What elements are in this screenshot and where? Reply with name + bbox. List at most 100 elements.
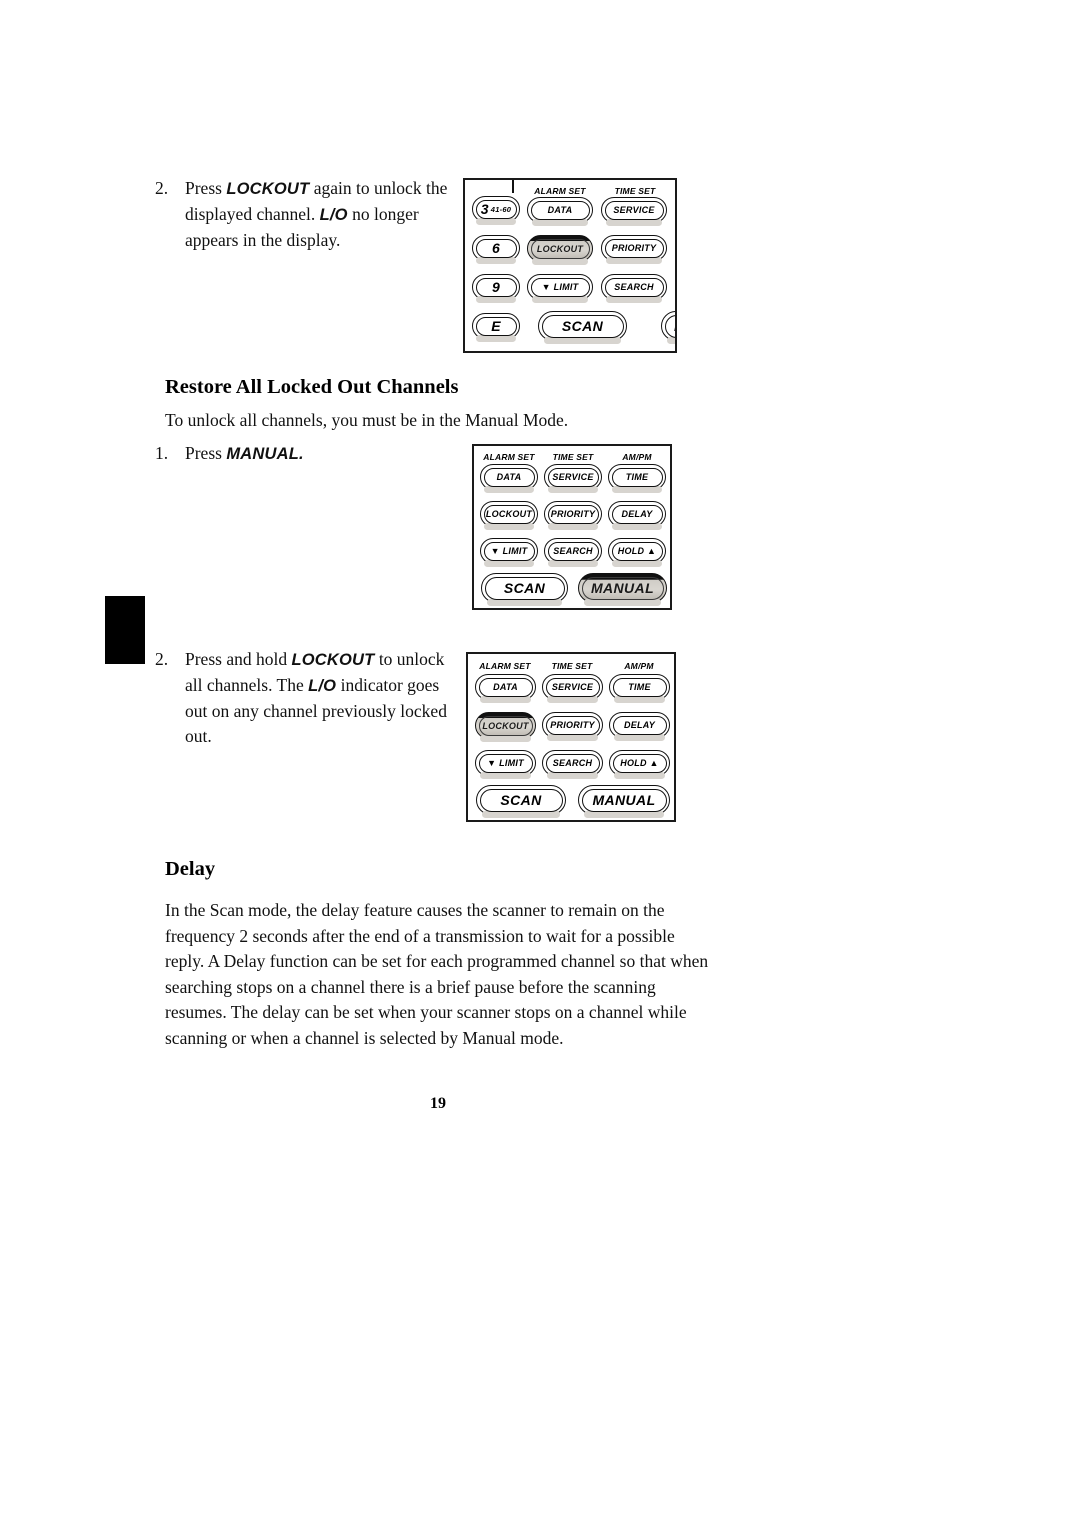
key-manual[interactable]: MANUAL bbox=[578, 785, 670, 818]
key-label: TIME bbox=[628, 682, 651, 692]
key-data[interactable]: DATA bbox=[480, 464, 538, 493]
key-label: ▼ LIMIT bbox=[487, 758, 524, 768]
step-text: Press MANUAL. bbox=[185, 441, 455, 467]
step-lockout-again: 2. Press LOCKOUT again to unlock the dis… bbox=[155, 176, 465, 253]
key-search[interactable]: SEARCH bbox=[544, 538, 602, 567]
key-limit-down[interactable]: ▼ LIMIT bbox=[527, 274, 593, 303]
column-label-alarm-set: ALARM SET bbox=[479, 661, 531, 671]
key-name-manual: MANUAL. bbox=[226, 445, 304, 463]
key-lockout[interactable]: LOCKOUT bbox=[480, 501, 538, 530]
key-label: SEARCH bbox=[614, 282, 654, 292]
key-priority[interactable]: PRIORITY bbox=[601, 235, 667, 264]
key-delay[interactable]: DELAY bbox=[609, 712, 670, 741]
key-hold-cropped[interactable]: HOLD bbox=[675, 274, 677, 300]
key-label: DELAY bbox=[621, 509, 653, 519]
key-label: LOCKOUT bbox=[536, 243, 584, 254]
keypad-diagram-lockout-cropped: ALARM SET TIME SET 3 41-60 6 9 E DATA LO… bbox=[463, 178, 677, 353]
key-service[interactable]: SERVICE bbox=[542, 674, 603, 703]
key-label: SCAN bbox=[503, 580, 546, 596]
key-time[interactable]: TIME bbox=[608, 464, 666, 493]
step-text: Press LOCKOUT again to unlock the displa… bbox=[185, 176, 465, 253]
step-text: Press and hold LOCKOUT to unlock all cha… bbox=[185, 647, 455, 749]
key-hold-up[interactable]: HOLD ▲ bbox=[608, 538, 666, 567]
manual-page: 2. Press LOCKOUT again to unlock the dis… bbox=[0, 0, 1080, 1528]
column-label-am-pm: AM/PM bbox=[624, 661, 654, 671]
key-manual-highlighted[interactable]: MANUAL bbox=[578, 573, 667, 606]
key-label: E bbox=[491, 318, 501, 334]
key-label: DATA bbox=[496, 472, 522, 482]
step-number: 2. bbox=[155, 649, 169, 669]
key-scan[interactable]: SCAN bbox=[476, 785, 566, 818]
key-label: PRIORITY bbox=[550, 509, 596, 519]
key-search[interactable]: SEARCH bbox=[601, 274, 667, 303]
key-label: LOCKOUT bbox=[485, 509, 533, 519]
key-name-lockout: LOCKOUT bbox=[291, 651, 375, 669]
key-label: MANUAL bbox=[590, 580, 655, 596]
indicator-name-lo: L/O bbox=[319, 206, 348, 224]
key-hold-up[interactable]: HOLD ▲ bbox=[609, 750, 670, 779]
key-label: 9 bbox=[491, 279, 501, 295]
key-label: SEARCH bbox=[553, 546, 593, 556]
key-lockout-highlighted[interactable]: LOCKOUT bbox=[475, 712, 536, 742]
key-label: SERVICE bbox=[613, 205, 655, 215]
key-limit-down[interactable]: ▼ LIMIT bbox=[480, 538, 538, 567]
key-channel-6[interactable]: 6 bbox=[472, 235, 520, 264]
key-label: MANUAL bbox=[674, 318, 675, 334]
section-body-delay: In the Scan mode, the delay feature caus… bbox=[165, 900, 709, 1048]
column-label-am-pm: AM/PM bbox=[622, 452, 652, 462]
key-label: DATA bbox=[547, 205, 573, 215]
key-label: ▼ LIMIT bbox=[541, 282, 579, 292]
page-number: 19 bbox=[430, 1095, 446, 1112]
key-scan[interactable]: SCAN bbox=[481, 573, 568, 606]
section-intro-restore: To unlock all channels, you must be in t… bbox=[165, 410, 569, 430]
key-sublabel: 41-60 bbox=[490, 205, 512, 214]
key-manual-cropped[interactable]: MANUAL bbox=[661, 311, 675, 344]
column-label-time-set: TIME SET bbox=[614, 186, 656, 196]
key-priority[interactable]: PRIORITY bbox=[542, 712, 603, 741]
column-label-time-set: TIME SET bbox=[552, 452, 594, 462]
step-number: 1. bbox=[155, 443, 169, 463]
column-label-alarm-set: ALARM SET bbox=[534, 186, 586, 196]
step-hold-lockout: 2. Press and hold LOCKOUT to unlock all … bbox=[155, 647, 455, 749]
key-label: SCAN bbox=[561, 318, 604, 334]
key-label: DELAY bbox=[623, 720, 656, 730]
key-time[interactable]: TIME bbox=[609, 674, 670, 703]
key-limit-down[interactable]: ▼ LIMIT bbox=[475, 750, 536, 779]
key-priority[interactable]: PRIORITY bbox=[544, 501, 602, 530]
step-text-part: Press bbox=[185, 443, 227, 463]
key-scan[interactable]: SCAN bbox=[538, 311, 627, 344]
key-service[interactable]: SERVICE bbox=[544, 464, 602, 493]
key-delay-cropped[interactable]: DELAY bbox=[675, 235, 677, 261]
panel-divider-tick bbox=[512, 180, 514, 193]
key-data[interactable]: DATA bbox=[527, 197, 593, 226]
key-channel-e[interactable]: E bbox=[472, 313, 520, 342]
key-lockout-highlighted[interactable]: LOCKOUT bbox=[527, 235, 593, 265]
key-label: SERVICE bbox=[551, 682, 594, 692]
step-text-part: Press bbox=[185, 178, 227, 198]
key-label: MANUAL bbox=[592, 792, 656, 808]
key-label: DATA bbox=[493, 682, 518, 692]
section-heading-delay: Delay bbox=[165, 858, 216, 880]
key-search[interactable]: SEARCH bbox=[542, 750, 603, 779]
key-delay[interactable]: DELAY bbox=[608, 501, 666, 530]
step-text-part: Press and hold bbox=[185, 649, 292, 669]
step-press-manual: 1. Press MANUAL. bbox=[155, 441, 455, 467]
key-label: LOCKOUT bbox=[482, 720, 529, 731]
key-channel-9[interactable]: 9 bbox=[472, 274, 520, 303]
key-time-cropped[interactable]: TIME bbox=[675, 197, 677, 223]
section-heading-restore: Restore All Locked Out Channels bbox=[165, 376, 459, 398]
key-channel-3[interactable]: 3 41-60 bbox=[472, 196, 520, 225]
key-label: PRIORITY bbox=[611, 243, 657, 253]
key-name-lockout: LOCKOUT bbox=[226, 180, 310, 198]
key-label: ▼ LIMIT bbox=[490, 546, 528, 556]
keypad-diagram-manual: ALARM SET TIME SET AM/PM DATA SERVICE TI… bbox=[472, 444, 672, 610]
key-label: SCAN bbox=[500, 792, 542, 808]
key-label: SERVICE bbox=[552, 472, 594, 482]
key-data[interactable]: DATA bbox=[475, 674, 536, 703]
key-label: 6 bbox=[491, 240, 501, 256]
key-label: 3 bbox=[480, 201, 489, 217]
edge-tab-marker bbox=[105, 596, 145, 664]
key-service[interactable]: SERVICE bbox=[601, 197, 667, 226]
column-label-time-set: TIME SET bbox=[551, 661, 593, 671]
key-label: SEARCH bbox=[552, 758, 593, 768]
